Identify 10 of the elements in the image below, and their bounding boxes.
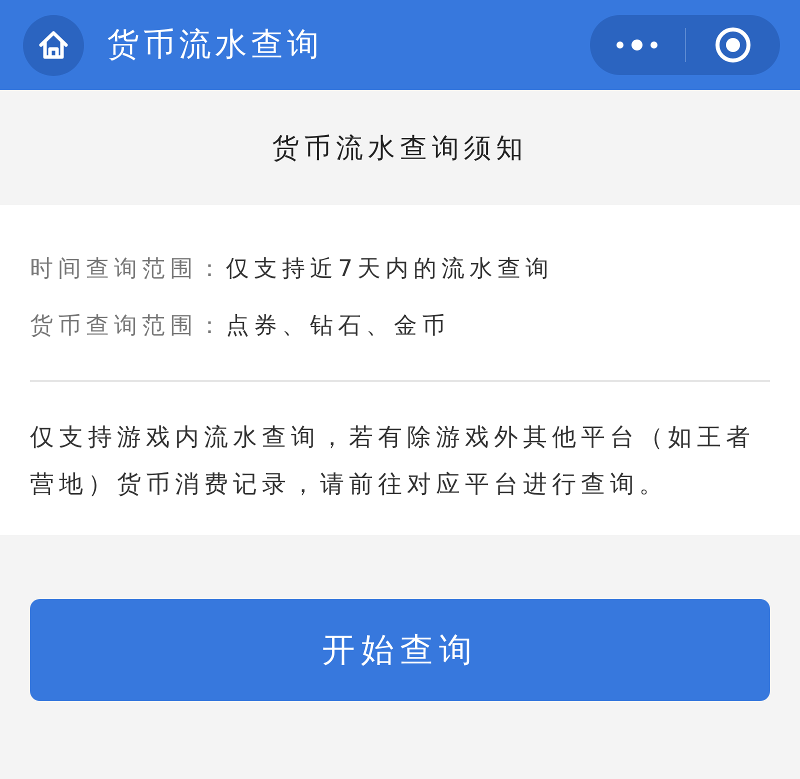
home-icon[interactable]	[23, 14, 84, 76]
start-query-button[interactable]: 开始查询	[30, 599, 770, 701]
field-label: 时间查询范围：	[30, 255, 226, 284]
notice-text: 仅支持游戏内流水查询，若有除游戏外其他平台（如王者营地）货币消费记录，请前往对应平台进行查询。	[30, 422, 756, 500]
page-title: 货币流水查询	[107, 24, 324, 65]
target-icon[interactable]	[714, 27, 751, 63]
notice-title: 货币流水查询须知	[272, 132, 528, 166]
field-value: 点券、钻石、金币	[226, 312, 450, 341]
field-label: 货币查询范围：	[30, 312, 226, 341]
field-value: 仅支持近7天内的流水查询	[226, 255, 554, 284]
